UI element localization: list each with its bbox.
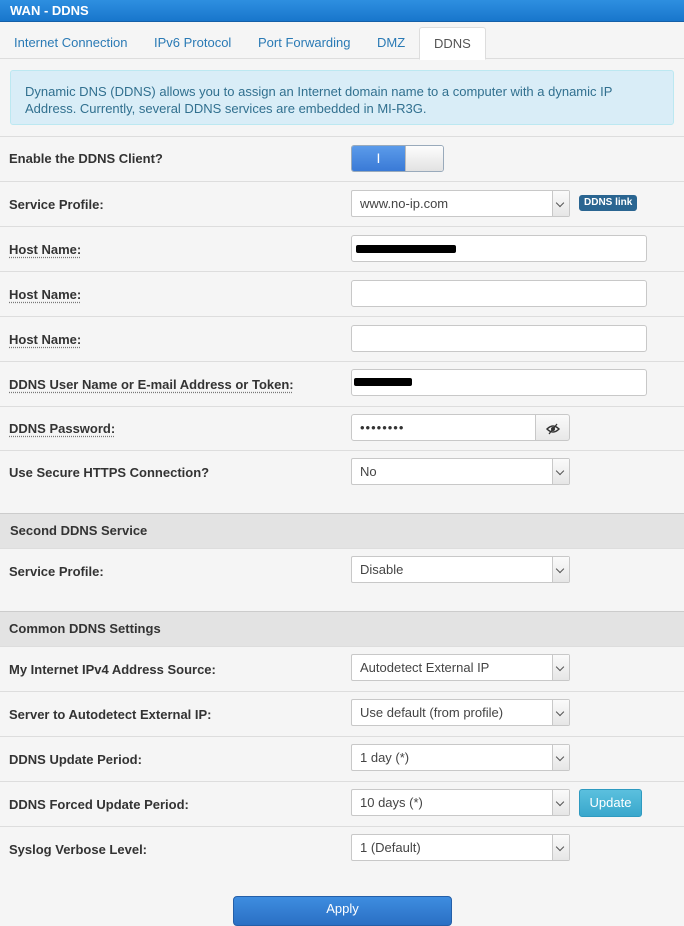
chevron-down-icon [552,745,569,770]
eye-icon [545,423,560,434]
update-button[interactable]: Update [579,789,642,817]
autodetect-server-select[interactable]: Use default (from profile) [351,699,570,726]
host-name-label-3: Host Name: [9,332,82,347]
tab-dmz[interactable]: DMZ [363,27,419,59]
toggle-knob [405,146,443,171]
username-input[interactable] [351,369,647,396]
password-label: DDNS Password: [9,421,116,436]
second-ddns-heading: Second DDNS Service [10,523,148,538]
enable-ddns-row: Enable the DDNS Client? [0,136,684,181]
syslog-value: 1 (Default) [360,840,421,855]
redaction-mark [356,245,456,253]
redaction-mark [354,378,412,386]
tab-ipv6-protocol[interactable]: IPv6 Protocol [140,27,245,59]
service-profile-label: Service Profile: [9,197,104,212]
apply-button[interactable]: Apply [233,896,452,926]
tab-ddns[interactable]: DDNS [419,27,486,60]
chevron-down-icon [552,700,569,725]
syslog-select[interactable]: 1 (Default) [351,834,570,861]
forced-update-period-select[interactable]: 10 days (*) [351,789,570,816]
second-service-profile-label: Service Profile: [9,564,104,579]
host-name-input-2[interactable] [351,280,647,307]
syslog-label: Syslog Verbose Level: [9,842,148,857]
update-period-row: DDNS Update Period: [0,736,684,781]
update-period-label: DDNS Update Period: [9,752,142,767]
host-name-input-3[interactable] [351,325,647,352]
ip-source-row: My Internet IPv4 Address Source: [0,646,684,691]
password-input[interactable]: •••••••• [351,414,536,441]
chevron-down-icon [552,790,569,815]
common-ddns-heading: Common DDNS Settings [9,621,161,636]
autodetect-server-value: Use default (from profile) [360,705,504,720]
second-service-profile-select[interactable]: Disable [351,556,570,583]
ip-source-label: My Internet IPv4 Address Source: [9,662,216,677]
autodetect-server-row: Server to Autodetect External IP: [0,691,684,736]
https-row: Use Secure HTTPS Connection? [0,450,684,513]
password-row: DDNS Password: [0,406,684,450]
second-service-profile-value: Disable [360,562,404,577]
forced-update-period-value: 10 days (*) [360,795,423,810]
chevron-down-icon [552,655,569,680]
enable-ddns-toggle[interactable]: I [351,145,444,172]
service-profile-value: www.no-ip.com [360,196,449,211]
https-select[interactable]: No [351,458,570,485]
forced-update-period-label: DDNS Forced Update Period: [9,797,189,812]
info-message: Dynamic DNS (DDNS) allows you to assign … [10,70,674,125]
tab-port-forwarding[interactable]: Port Forwarding [244,27,364,59]
ip-source-value: Autodetect External IP [360,660,490,675]
tab-internet-connection[interactable]: Internet Connection [0,27,141,59]
enable-ddns-label: Enable the DDNS Client? [9,151,163,166]
ddns-link-badge[interactable]: DDNS link [579,195,638,211]
service-profile-select[interactable]: www.no-ip.com [351,190,570,217]
update-period-value: 1 day (*) [360,750,410,765]
https-label: Use Secure HTTPS Connection? [9,465,210,480]
window-title: WAN - DDNS [0,0,684,22]
chevron-down-icon [552,835,569,860]
chevron-down-icon [552,557,569,582]
show-password-button[interactable] [535,414,570,441]
tab-bar: Internet Connection IPv6 Protocol Port F… [0,22,684,60]
update-period-select[interactable]: 1 day (*) [351,744,570,771]
host-name-input-1[interactable] [351,235,647,262]
autodetect-server-label: Server to Autodetect External IP: [9,707,212,722]
host-name-label-2: Host Name: [9,287,82,302]
chevron-down-icon [552,191,569,216]
ip-source-select[interactable]: Autodetect External IP [351,654,570,681]
second-ddns-section: Second DDNS Service [0,513,684,548]
common-ddns-section: Common DDNS Settings [0,611,684,646]
username-label: DDNS User Name or E-mail Address or Toke… [9,377,294,392]
https-value: No [360,464,377,479]
toggle-on-indicator: I [352,146,405,171]
chevron-down-icon [552,459,569,484]
host-name-label-1: Host Name: [9,242,82,257]
second-service-profile-row: Service Profile: [0,548,684,611]
